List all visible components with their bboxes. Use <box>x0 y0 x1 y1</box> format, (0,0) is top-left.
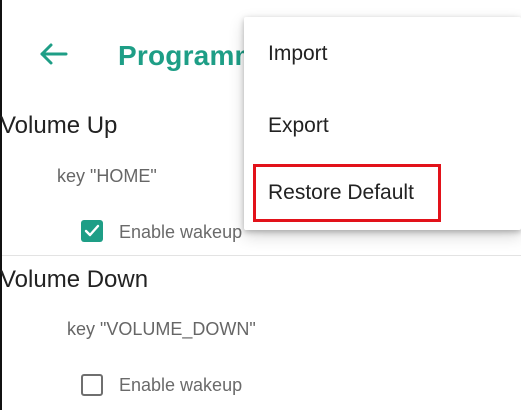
wakeup-checkbox-volume-down[interactable] <box>81 374 103 396</box>
arrow-left-icon[interactable] <box>38 42 70 66</box>
menu-item-import[interactable]: Import <box>244 25 521 83</box>
section-title-volume-up: Volume Up <box>0 112 118 139</box>
overflow-menu: Import Export Restore Default <box>244 17 521 230</box>
menu-item-export[interactable]: Export <box>244 97 521 155</box>
menu-item-restore-default[interactable]: Restore Default <box>244 164 521 222</box>
app-screen: Programm Volume Up key "HOME" Enable wak… <box>0 0 521 410</box>
wakeup-label-volume-down: Enable wakeup <box>119 375 243 395</box>
section-title-volume-down: Volume Down <box>0 266 149 293</box>
check-icon <box>84 224 100 237</box>
divider <box>2 255 521 256</box>
wakeup-label-volume-up: Enable wakeup <box>119 222 243 242</box>
page-title: Programm <box>118 40 260 71</box>
wakeup-checkbox-volume-up[interactable] <box>81 220 103 242</box>
key-text-volume-up: key "HOME" <box>57 166 157 186</box>
key-text-volume-down: key "VOLUME_DOWN" <box>67 319 256 339</box>
